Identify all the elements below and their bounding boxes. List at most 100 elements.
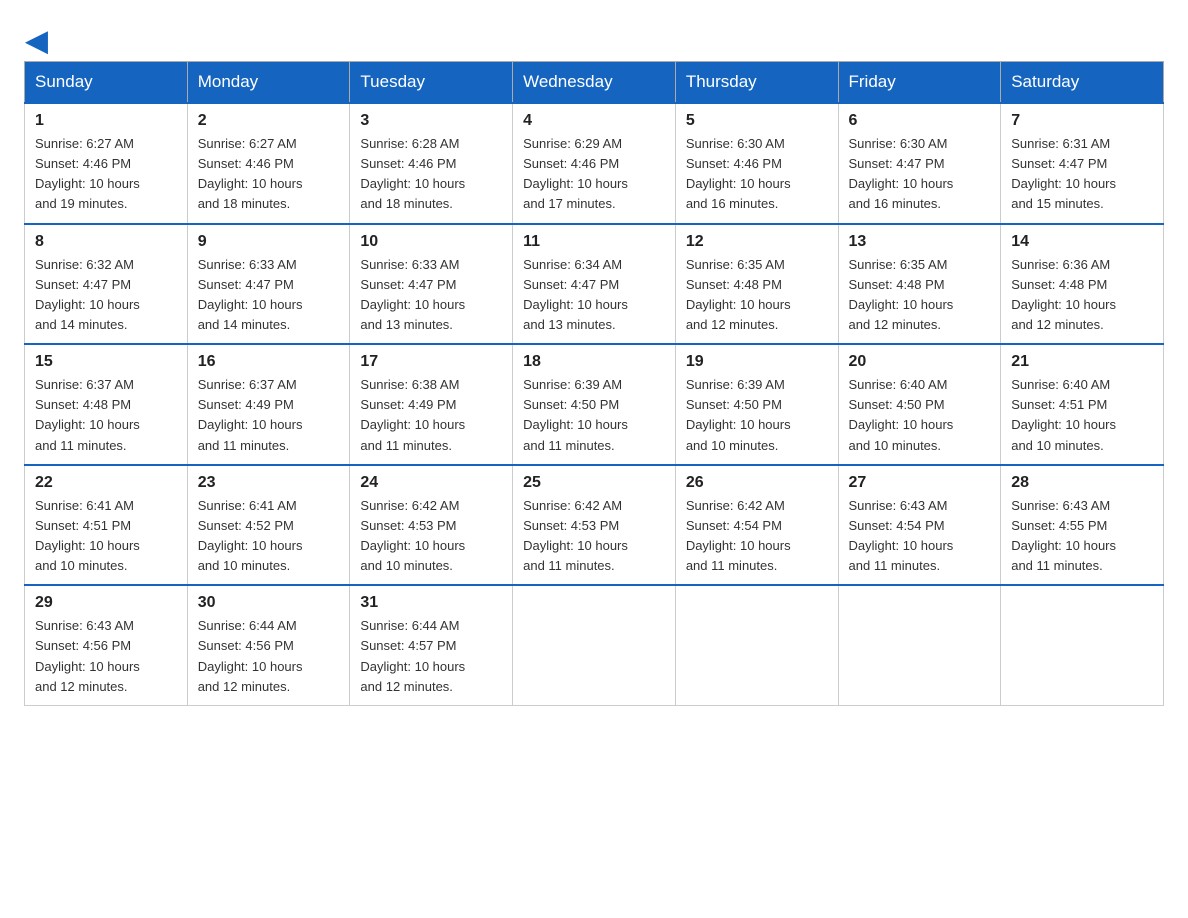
calendar-cell: 19 Sunrise: 6:39 AM Sunset: 4:50 PM Dayl… <box>675 344 838 465</box>
calendar-week-row-5: 29 Sunrise: 6:43 AM Sunset: 4:56 PM Dayl… <box>25 585 1164 705</box>
day-number: 16 <box>198 353 340 371</box>
calendar-cell: 3 Sunrise: 6:28 AM Sunset: 4:46 PM Dayli… <box>350 103 513 224</box>
calendar-cell: 17 Sunrise: 6:38 AM Sunset: 4:49 PM Dayl… <box>350 344 513 465</box>
day-number: 22 <box>35 474 177 492</box>
day-number: 5 <box>686 112 828 130</box>
weekday-header-thursday: Thursday <box>675 62 838 104</box>
calendar-cell <box>513 585 676 705</box>
day-info: Sunrise: 6:30 AM Sunset: 4:46 PM Dayligh… <box>686 136 791 211</box>
day-info: Sunrise: 6:31 AM Sunset: 4:47 PM Dayligh… <box>1011 136 1116 211</box>
day-info: Sunrise: 6:42 AM Sunset: 4:53 PM Dayligh… <box>523 498 628 573</box>
weekday-header-friday: Friday <box>838 62 1001 104</box>
day-info: Sunrise: 6:32 AM Sunset: 4:47 PM Dayligh… <box>35 257 140 332</box>
calendar-table: SundayMondayTuesdayWednesdayThursdayFrid… <box>24 61 1164 706</box>
day-info: Sunrise: 6:40 AM Sunset: 4:50 PM Dayligh… <box>849 377 954 452</box>
day-number: 20 <box>849 353 991 371</box>
calendar-cell: 24 Sunrise: 6:42 AM Sunset: 4:53 PM Dayl… <box>350 465 513 586</box>
day-number: 18 <box>523 353 665 371</box>
day-info: Sunrise: 6:44 AM Sunset: 4:57 PM Dayligh… <box>360 618 465 693</box>
day-info: Sunrise: 6:37 AM Sunset: 4:48 PM Dayligh… <box>35 377 140 452</box>
day-number: 4 <box>523 112 665 130</box>
calendar-week-row-1: 1 Sunrise: 6:27 AM Sunset: 4:46 PM Dayli… <box>25 103 1164 224</box>
calendar-week-row-4: 22 Sunrise: 6:41 AM Sunset: 4:51 PM Dayl… <box>25 465 1164 586</box>
calendar-cell: 26 Sunrise: 6:42 AM Sunset: 4:54 PM Dayl… <box>675 465 838 586</box>
calendar-cell <box>675 585 838 705</box>
day-number: 27 <box>849 474 991 492</box>
calendar-cell: 9 Sunrise: 6:33 AM Sunset: 4:47 PM Dayli… <box>187 224 350 345</box>
calendar-week-row-3: 15 Sunrise: 6:37 AM Sunset: 4:48 PM Dayl… <box>25 344 1164 465</box>
logo: ◀ <box>24 24 48 51</box>
day-info: Sunrise: 6:33 AM Sunset: 4:47 PM Dayligh… <box>360 257 465 332</box>
day-number: 10 <box>360 233 502 251</box>
day-number: 26 <box>686 474 828 492</box>
calendar-cell: 25 Sunrise: 6:42 AM Sunset: 4:53 PM Dayl… <box>513 465 676 586</box>
day-number: 9 <box>198 233 340 251</box>
day-info: Sunrise: 6:35 AM Sunset: 4:48 PM Dayligh… <box>849 257 954 332</box>
day-info: Sunrise: 6:42 AM Sunset: 4:53 PM Dayligh… <box>360 498 465 573</box>
calendar-cell: 29 Sunrise: 6:43 AM Sunset: 4:56 PM Dayl… <box>25 585 188 705</box>
day-number: 29 <box>35 594 177 612</box>
calendar-cell: 4 Sunrise: 6:29 AM Sunset: 4:46 PM Dayli… <box>513 103 676 224</box>
day-info: Sunrise: 6:27 AM Sunset: 4:46 PM Dayligh… <box>198 136 303 211</box>
calendar-cell: 13 Sunrise: 6:35 AM Sunset: 4:48 PM Dayl… <box>838 224 1001 345</box>
calendar-week-row-2: 8 Sunrise: 6:32 AM Sunset: 4:47 PM Dayli… <box>25 224 1164 345</box>
day-info: Sunrise: 6:44 AM Sunset: 4:56 PM Dayligh… <box>198 618 303 693</box>
calendar-cell <box>1001 585 1164 705</box>
weekday-header-saturday: Saturday <box>1001 62 1164 104</box>
calendar-cell: 8 Sunrise: 6:32 AM Sunset: 4:47 PM Dayli… <box>25 224 188 345</box>
logo-triangle-icon: ◀ <box>26 24 48 57</box>
day-number: 2 <box>198 112 340 130</box>
calendar-cell: 1 Sunrise: 6:27 AM Sunset: 4:46 PM Dayli… <box>25 103 188 224</box>
calendar-cell: 18 Sunrise: 6:39 AM Sunset: 4:50 PM Dayl… <box>513 344 676 465</box>
logo-text: ◀ <box>24 24 48 57</box>
day-number: 28 <box>1011 474 1153 492</box>
calendar-cell: 23 Sunrise: 6:41 AM Sunset: 4:52 PM Dayl… <box>187 465 350 586</box>
calendar-cell: 2 Sunrise: 6:27 AM Sunset: 4:46 PM Dayli… <box>187 103 350 224</box>
calendar-cell <box>838 585 1001 705</box>
day-info: Sunrise: 6:42 AM Sunset: 4:54 PM Dayligh… <box>686 498 791 573</box>
calendar-cell: 21 Sunrise: 6:40 AM Sunset: 4:51 PM Dayl… <box>1001 344 1164 465</box>
day-number: 7 <box>1011 112 1153 130</box>
day-number: 17 <box>360 353 502 371</box>
calendar-cell: 28 Sunrise: 6:43 AM Sunset: 4:55 PM Dayl… <box>1001 465 1164 586</box>
day-number: 3 <box>360 112 502 130</box>
day-info: Sunrise: 6:35 AM Sunset: 4:48 PM Dayligh… <box>686 257 791 332</box>
day-number: 31 <box>360 594 502 612</box>
weekday-header-wednesday: Wednesday <box>513 62 676 104</box>
calendar-cell: 10 Sunrise: 6:33 AM Sunset: 4:47 PM Dayl… <box>350 224 513 345</box>
day-number: 15 <box>35 353 177 371</box>
calendar-cell: 5 Sunrise: 6:30 AM Sunset: 4:46 PM Dayli… <box>675 103 838 224</box>
weekday-header-row: SundayMondayTuesdayWednesdayThursdayFrid… <box>25 62 1164 104</box>
day-number: 1 <box>35 112 177 130</box>
calendar-cell: 22 Sunrise: 6:41 AM Sunset: 4:51 PM Dayl… <box>25 465 188 586</box>
day-info: Sunrise: 6:28 AM Sunset: 4:46 PM Dayligh… <box>360 136 465 211</box>
day-number: 23 <box>198 474 340 492</box>
calendar-cell: 14 Sunrise: 6:36 AM Sunset: 4:48 PM Dayl… <box>1001 224 1164 345</box>
day-info: Sunrise: 6:43 AM Sunset: 4:56 PM Dayligh… <box>35 618 140 693</box>
day-number: 24 <box>360 474 502 492</box>
day-info: Sunrise: 6:43 AM Sunset: 4:55 PM Dayligh… <box>1011 498 1116 573</box>
day-number: 11 <box>523 233 665 251</box>
calendar-cell: 30 Sunrise: 6:44 AM Sunset: 4:56 PM Dayl… <box>187 585 350 705</box>
calendar-cell: 15 Sunrise: 6:37 AM Sunset: 4:48 PM Dayl… <box>25 344 188 465</box>
weekday-header-monday: Monday <box>187 62 350 104</box>
day-info: Sunrise: 6:34 AM Sunset: 4:47 PM Dayligh… <box>523 257 628 332</box>
calendar-cell: 31 Sunrise: 6:44 AM Sunset: 4:57 PM Dayl… <box>350 585 513 705</box>
calendar-cell: 11 Sunrise: 6:34 AM Sunset: 4:47 PM Dayl… <box>513 224 676 345</box>
day-number: 6 <box>849 112 991 130</box>
weekday-header-sunday: Sunday <box>25 62 188 104</box>
day-info: Sunrise: 6:33 AM Sunset: 4:47 PM Dayligh… <box>198 257 303 332</box>
day-number: 13 <box>849 233 991 251</box>
day-number: 30 <box>198 594 340 612</box>
day-info: Sunrise: 6:37 AM Sunset: 4:49 PM Dayligh… <box>198 377 303 452</box>
weekday-header-tuesday: Tuesday <box>350 62 513 104</box>
day-number: 19 <box>686 353 828 371</box>
day-number: 14 <box>1011 233 1153 251</box>
day-info: Sunrise: 6:29 AM Sunset: 4:46 PM Dayligh… <box>523 136 628 211</box>
day-info: Sunrise: 6:27 AM Sunset: 4:46 PM Dayligh… <box>35 136 140 211</box>
day-info: Sunrise: 6:36 AM Sunset: 4:48 PM Dayligh… <box>1011 257 1116 332</box>
day-info: Sunrise: 6:43 AM Sunset: 4:54 PM Dayligh… <box>849 498 954 573</box>
calendar-cell: 27 Sunrise: 6:43 AM Sunset: 4:54 PM Dayl… <box>838 465 1001 586</box>
calendar-cell: 7 Sunrise: 6:31 AM Sunset: 4:47 PM Dayli… <box>1001 103 1164 224</box>
page-header: ◀ <box>24 24 1164 51</box>
